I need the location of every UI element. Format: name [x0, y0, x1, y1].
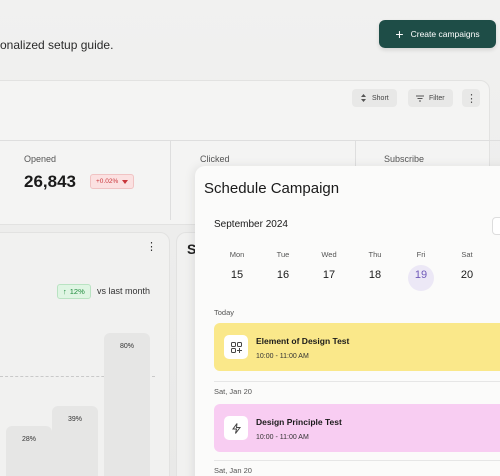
plus-icon: +	[395, 26, 404, 42]
growth-badge: ↑ 12%	[57, 284, 91, 299]
chart-bar	[6, 426, 52, 476]
comparison-text: vs last month	[97, 286, 151, 296]
stat-value-opened: 26,843	[24, 172, 76, 191]
day-date: 17	[322, 269, 336, 281]
create-campaigns-button[interactable]: + Create campaigns	[379, 20, 496, 48]
opened-delta-badge: +0.02%	[90, 174, 135, 189]
stat-label-subscribe: Subscribe	[384, 154, 425, 164]
section-label-date: Sat, Jan 20	[214, 387, 252, 396]
day-name: Fri	[416, 250, 426, 259]
event-time: 10:00 - 11:00 AM	[256, 434, 309, 441]
sort-icon	[361, 94, 366, 102]
schedule-title: Schedule Campaign	[204, 180, 340, 197]
section-label-today: Today	[214, 308, 235, 317]
month-nav-button[interactable]	[492, 217, 500, 235]
chart-bar-label: 80%	[119, 343, 134, 350]
day-thu[interactable]: Thu 18	[354, 250, 396, 281]
day-date: 16	[276, 269, 290, 281]
chart-more-icon[interactable]: ⋮	[146, 240, 157, 253]
day-name: Tue	[276, 250, 290, 259]
event-card[interactable]: Element of Design Test 10:00 - 11:00 AM	[214, 323, 500, 371]
grid-icon	[224, 335, 248, 359]
sort-label: Short	[372, 94, 389, 102]
event-title: Element of Design Test	[256, 336, 350, 346]
section-label-date: Sat, Jan 20	[214, 466, 252, 475]
arrow-up-icon: ↑	[63, 287, 67, 296]
stats-column-divider	[170, 140, 171, 220]
day-name: Sat	[461, 250, 473, 259]
day-wed[interactable]: Wed 17	[308, 250, 350, 281]
stat-label-clicked: Clicked	[200, 154, 230, 164]
stats-divider	[0, 140, 500, 141]
event-title: Design Principle Test	[256, 417, 342, 427]
bolt-icon	[224, 416, 248, 440]
sort-button[interactable]: Short	[352, 89, 397, 107]
event-card[interactable]: Design Principle Test 10:00 - 11:00 AM	[214, 404, 500, 452]
more-options-icon[interactable]: ⋮	[462, 89, 480, 107]
event-time: 10:00 - 11:00 AM	[256, 353, 309, 360]
filter-icon	[416, 95, 424, 101]
growth-value: 12%	[69, 287, 85, 296]
day-date: 15	[230, 269, 244, 281]
filter-label: Filter	[429, 94, 445, 102]
day-sat[interactable]: Sat 20	[446, 250, 488, 281]
section-divider	[214, 460, 500, 461]
day-date: 19	[414, 269, 428, 281]
chart-bar	[104, 333, 150, 476]
day-name: Mon	[229, 250, 245, 259]
day-mon[interactable]: Mon 15	[216, 250, 258, 281]
page-subtitle: onalized setup guide.	[0, 38, 114, 52]
day-fri[interactable]: Fri 19	[400, 250, 442, 291]
day-name: Wed	[321, 250, 337, 259]
day-date: 20	[460, 269, 474, 281]
chart-bar-label: 39%	[67, 416, 82, 423]
section-divider	[214, 381, 500, 382]
delta-value: +0.02%	[96, 178, 119, 185]
month-label: September 2024	[214, 219, 288, 230]
stat-label-opened: Opened	[24, 154, 57, 164]
day-name: Thu	[368, 250, 382, 259]
day-tue[interactable]: Tue 16	[262, 250, 304, 281]
chart-bar-label: 28%	[21, 436, 36, 443]
caret-down-icon	[122, 179, 129, 184]
create-campaigns-label: Create campaigns	[410, 29, 480, 39]
day-date: 18	[368, 269, 382, 281]
filter-button[interactable]: Filter	[408, 89, 453, 107]
